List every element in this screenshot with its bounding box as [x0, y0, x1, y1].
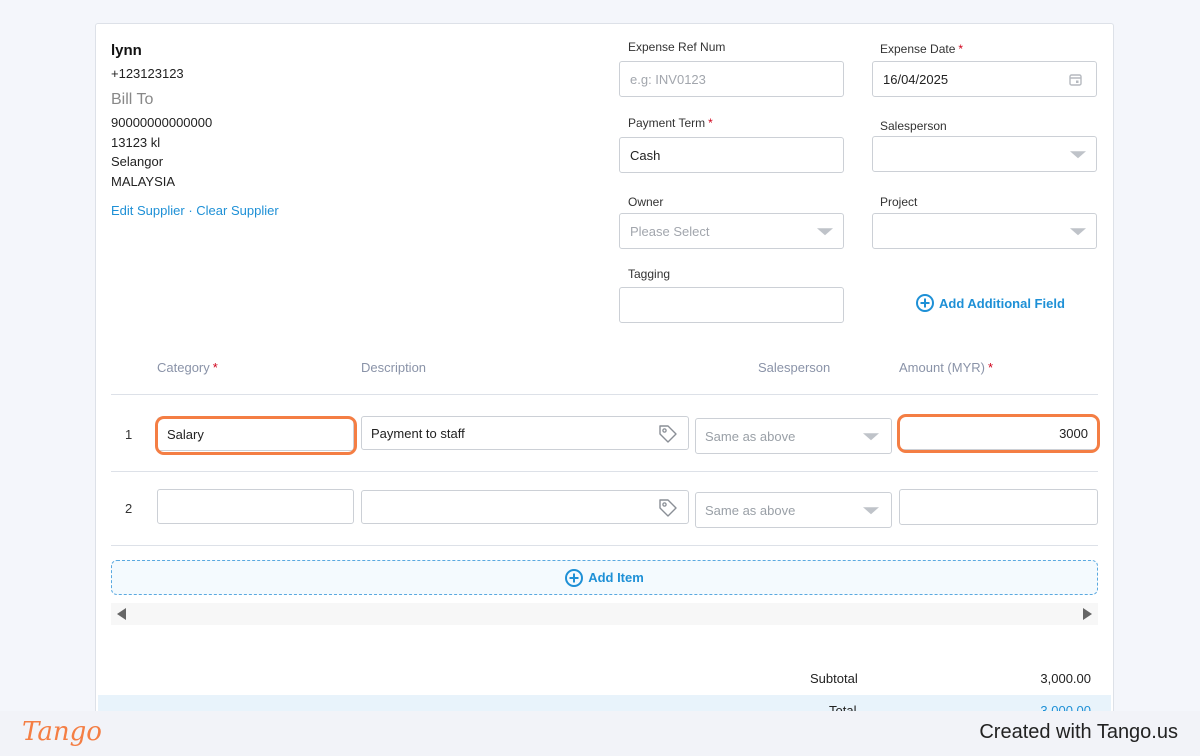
- footer-credit: Created with Tango.us: [979, 721, 1178, 743]
- chevron-down-icon: [1070, 151, 1086, 159]
- category-input[interactable]: Salary: [157, 417, 354, 451]
- expense-date-label: Expense Date *: [880, 42, 963, 56]
- amount-header: Amount (MYR) *: [899, 360, 993, 375]
- category-input[interactable]: [157, 489, 354, 524]
- tag-icon[interactable]: [657, 423, 679, 445]
- description-header: Description: [361, 360, 427, 375]
- add-additional-field-label: Add Additional Field: [939, 295, 1065, 311]
- description-input[interactable]: Payment to staff: [361, 416, 689, 450]
- edit-supplier-link[interactable]: Edit Supplier: [111, 203, 185, 218]
- table-divider: [111, 471, 1098, 472]
- subtotal-label: Subtotal: [810, 671, 858, 686]
- payment-term-label: Payment Term *: [628, 116, 713, 130]
- supplier-links: Edit Supplier · Clear Supplier: [111, 203, 279, 218]
- expense-date-input[interactable]: 16/04/2025: [872, 61, 1097, 97]
- amount-input[interactable]: 3000: [899, 416, 1098, 450]
- project-label: Project: [880, 195, 918, 209]
- calendar-icon[interactable]: [1069, 73, 1082, 86]
- required-mark: *: [987, 360, 994, 375]
- owner-label: Owner: [628, 195, 664, 209]
- tag-icon[interactable]: [657, 497, 679, 519]
- row-number: 1: [125, 427, 133, 442]
- salesperson-header: Salesperson: [758, 360, 831, 375]
- amount-input[interactable]: [899, 489, 1098, 525]
- salesperson-label: Salesperson: [880, 119, 947, 133]
- category-header-text: Category: [157, 360, 210, 375]
- category-header: Category *: [157, 360, 218, 375]
- required-mark: *: [708, 116, 713, 130]
- scroll-right-icon[interactable]: [1083, 608, 1092, 620]
- ref-num-input[interactable]: e.g: INV0123: [619, 61, 844, 97]
- chevron-down-icon: [1070, 228, 1086, 236]
- line-salesperson-value: Same as above: [705, 428, 796, 444]
- bill-to-label: Bill To: [111, 91, 154, 108]
- expense-form-card: lynn +123123123 Bill To 90000000000000 1…: [95, 23, 1114, 756]
- ref-num-label: Expense Ref Num: [628, 40, 726, 54]
- horizontal-scrollbar[interactable]: [111, 603, 1098, 625]
- salesperson-select[interactable]: [872, 136, 1097, 172]
- project-select[interactable]: [872, 213, 1097, 249]
- payment-term-label-text: Payment Term: [628, 116, 706, 130]
- description-value: Payment to staff: [371, 425, 465, 441]
- add-item-button[interactable]: Add Item: [111, 560, 1098, 595]
- required-mark: *: [958, 42, 964, 56]
- plus-circle-icon: [916, 294, 934, 312]
- tango-logo: Tango: [22, 717, 102, 747]
- link-separator: ·: [184, 203, 197, 218]
- supplier-name: lynn: [111, 42, 142, 59]
- description-input[interactable]: [361, 490, 689, 524]
- table-divider: [111, 545, 1098, 546]
- address-line: 13123 kl: [111, 135, 161, 150]
- clear-supplier-link[interactable]: Clear Supplier: [196, 203, 278, 218]
- add-additional-field-button[interactable]: Add Additional Field: [916, 294, 1065, 312]
- scroll-left-icon[interactable]: [117, 608, 126, 620]
- tango-footer: Tango Created with Tango.us: [0, 711, 1200, 756]
- owner-value: Please Select: [630, 223, 710, 239]
- expense-date-label-text: Expense Date: [880, 42, 956, 56]
- address-line: 90000000000000: [111, 115, 213, 130]
- chevron-down-icon: [863, 507, 879, 515]
- owner-select[interactable]: Please Select: [619, 213, 844, 249]
- payment-term-input[interactable]: Cash: [619, 137, 844, 173]
- line-salesperson-select[interactable]: Same as above: [695, 492, 892, 528]
- amount-header-text: Amount (MYR): [899, 360, 985, 375]
- expense-date-value: 16/04/2025: [883, 71, 949, 87]
- address-line: Selangor: [111, 154, 164, 169]
- required-mark: *: [212, 360, 218, 375]
- tagging-label: Tagging: [628, 267, 671, 281]
- address-line: MALAYSIA: [111, 174, 176, 189]
- line-salesperson-select[interactable]: Same as above: [695, 418, 892, 454]
- line-salesperson-value: Same as above: [705, 502, 796, 518]
- table-divider: [111, 394, 1098, 395]
- tagging-input[interactable]: [619, 287, 844, 323]
- supplier-phone: +123123123: [111, 66, 184, 81]
- row-number: 2: [125, 501, 133, 516]
- chevron-down-icon: [817, 228, 833, 236]
- subtotal-value: 3,000.00: [1040, 671, 1091, 686]
- plus-circle-icon: [565, 568, 584, 587]
- chevron-down-icon: [863, 433, 879, 441]
- add-item-label: Add Item: [588, 570, 644, 585]
